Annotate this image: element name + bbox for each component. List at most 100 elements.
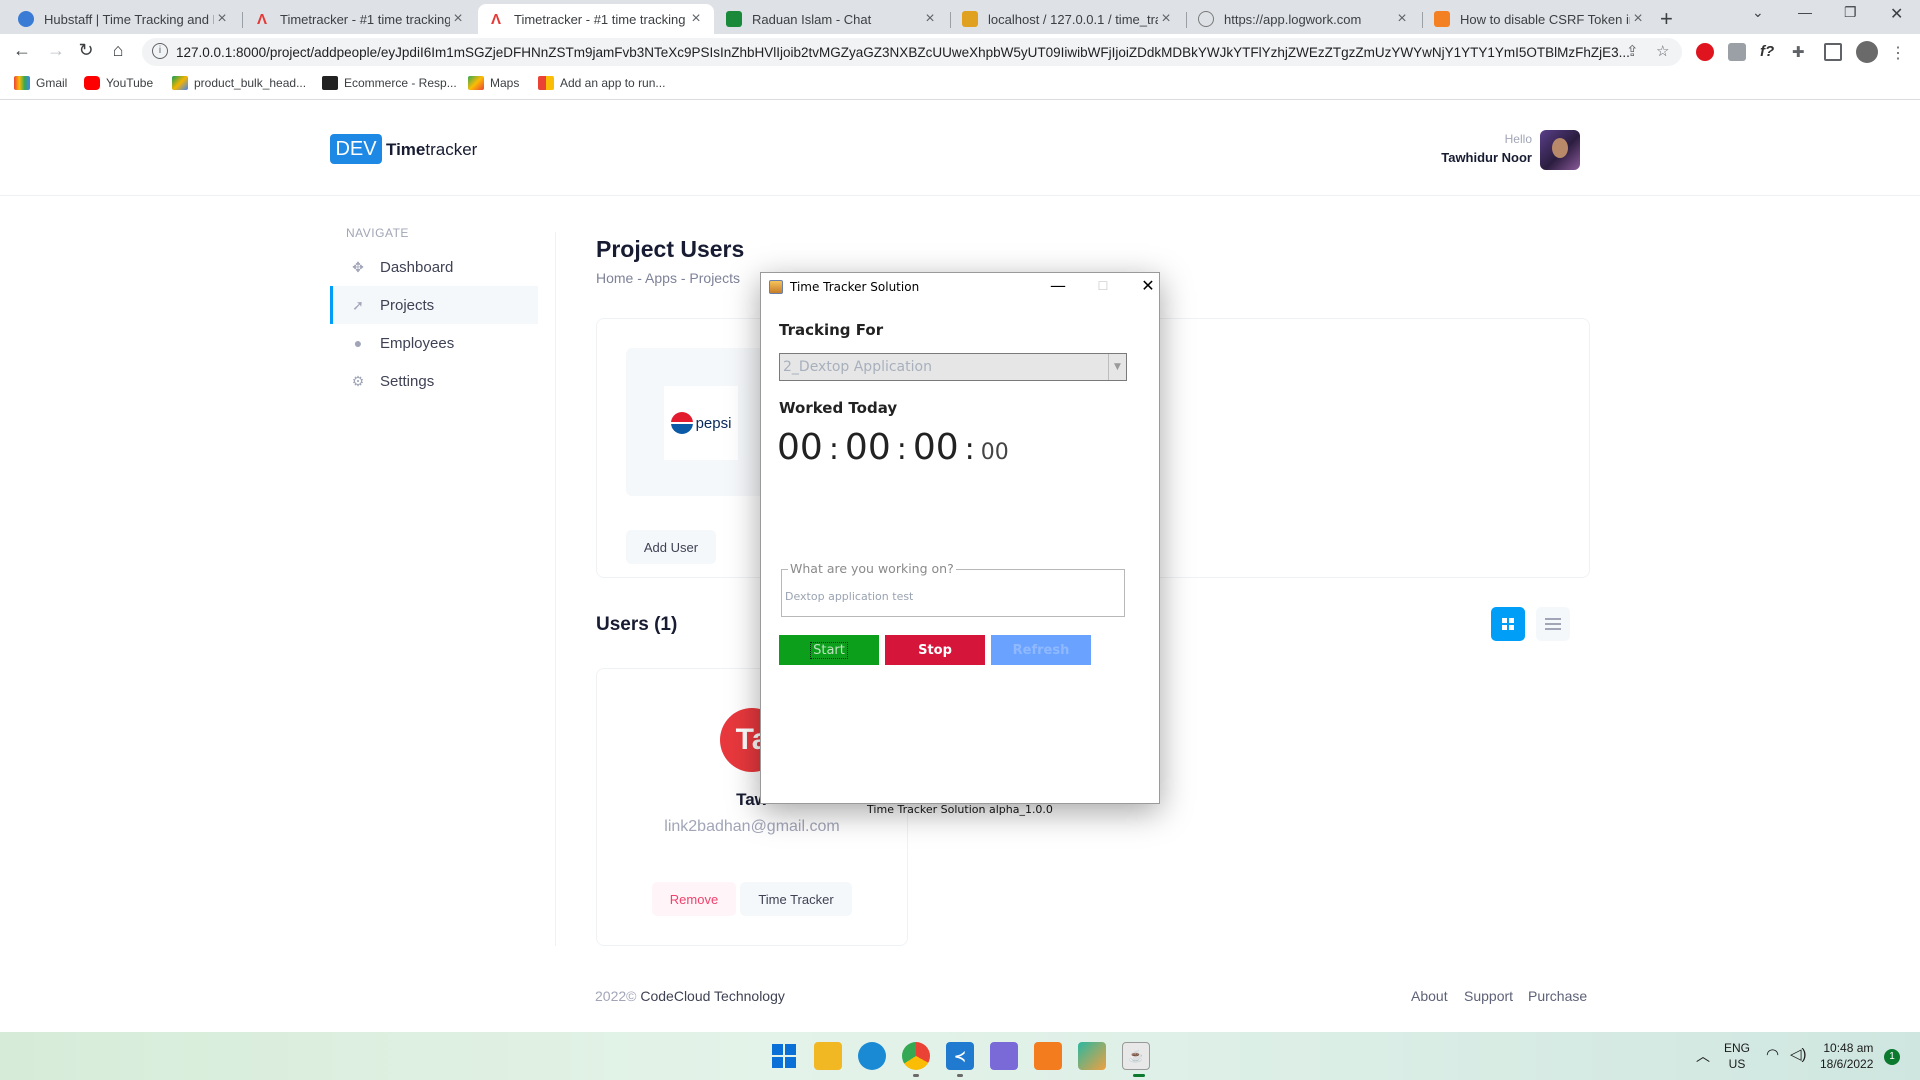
remove-user-button[interactable]: Remove [652,882,736,916]
list-icon [1545,618,1561,630]
opera-extension-icon[interactable] [1696,43,1714,61]
system-clock[interactable]: 10:48 am 18/6/2022 [1820,1040,1873,1072]
reload-icon[interactable]: ↻ [74,40,98,61]
clock-time: 10:48 am [1823,1041,1874,1055]
tab-title: Timetracker - #1 time tracking s [280,11,450,27]
xampp-icon[interactable] [1034,1042,1062,1070]
bookmark-drive[interactable]: product_bulk_head... [172,76,306,90]
site-info-icon[interactable]: i [152,43,168,59]
dialog-maximize-icon[interactable]: ☐ [1091,279,1115,293]
bookmark-ecommerce[interactable]: Ecommerce - Resp... [322,76,457,90]
breadcrumb-home[interactable]: Home [596,270,633,286]
greeting: Hello [1504,132,1532,146]
breadcrumb-apps[interactable]: Apps [645,270,677,286]
minimize-icon[interactable]: — [1798,4,1812,20]
browser-tab[interactable]: https://app.logwork.com × [1188,4,1420,34]
start-menu-icon[interactable] [770,1042,798,1070]
share-icon[interactable]: ⇪ [1626,42,1639,60]
tracking-for-label: Tracking For [779,321,884,339]
app-hexagon-icon[interactable] [990,1042,1018,1070]
user-name[interactable]: Tawhidur Noor [1441,150,1532,165]
nav-heading: NAVIGATE [346,226,409,240]
extension-icon[interactable] [1728,43,1746,61]
java-app-taskbar-icon[interactable]: ☕ [1122,1042,1150,1070]
logo-text[interactable]: Timetracker [386,140,477,160]
tray-chevron-up-icon[interactable]: ︿ [1696,1046,1710,1066]
stackoverflow-icon [1434,11,1450,27]
browser-tab[interactable]: Hubstaff | Time Tracking and Pro × [8,4,240,34]
close-window-icon[interactable]: ✕ [1890,4,1903,24]
footer-link-purchase[interactable]: Purchase [1528,988,1587,1004]
list-view-button[interactable] [1536,607,1570,641]
vscode-icon[interactable]: ≺ [946,1042,974,1070]
browser-tab[interactable]: How to disable CSRF Token in La × [1424,4,1656,34]
tab-search-icon[interactable]: ⌄ [1752,4,1764,21]
project-select[interactable]: 2_Dextop Application ▼ [779,353,1127,381]
tab-title: localhost / 127.0.0.1 / time_track [988,11,1158,27]
start-button[interactable]: Start [779,635,879,665]
close-tab-icon[interactable]: × [214,10,230,28]
sidebar-item-dashboard[interactable]: ✥ Dashboard [330,248,538,286]
close-tab-icon[interactable]: × [1630,10,1646,28]
restore-icon[interactable]: ❐ [1844,4,1857,21]
sidebar-item-projects[interactable]: ➚ Projects [330,286,538,324]
logo-badge[interactable]: DEV [330,134,382,164]
browser-tab[interactable]: Raduan Islam - Chat × [716,4,948,34]
breadcrumb-projects[interactable]: Projects [689,270,740,286]
address-bar[interactable]: i 127.0.0.1:8000/project/addpeople/eyJpd… [142,38,1682,66]
bookmark-maps[interactable]: Maps [468,76,519,90]
profile-avatar[interactable] [1856,41,1878,63]
dialog-titlebar[interactable]: Time Tracker Solution — ☐ ✕ [761,273,1159,301]
dialog-title: Time Tracker Solution [790,280,920,294]
chrome-icon[interactable] [902,1042,930,1070]
chevron-down-icon[interactable]: ▼ [1108,354,1126,380]
home-icon[interactable]: ⌂ [106,40,130,61]
browser-tab-active[interactable]: Λ Timetracker - #1 time tracking s × [478,4,714,34]
menu-icon[interactable]: ⋮ [1890,43,1908,62]
footer-company[interactable]: CodeCloud Technology [640,988,785,1004]
close-tab-icon[interactable]: × [450,10,466,28]
close-tab-icon[interactable]: × [1394,10,1410,28]
user-avatar[interactable] [1540,130,1580,170]
bookmark-label: Add an app to run... [560,76,666,90]
close-tab-icon[interactable]: × [1158,10,1174,28]
dialog-minimize-icon[interactable]: — [1046,276,1070,295]
forward-icon[interactable]: → [44,40,68,61]
sidebar-divider [555,232,556,946]
add-user-button[interactable]: Add User [626,530,716,564]
language-indicator[interactable]: ENG US [1724,1040,1750,1072]
pepsi-globe-icon [670,412,693,434]
timer-seconds: 00 [912,427,959,468]
back-icon[interactable]: ← [10,40,34,61]
formula-extension-icon[interactable]: f? [1760,43,1778,61]
close-tab-icon[interactable]: × [922,10,938,28]
edge-icon[interactable] [858,1042,886,1070]
git-tool-icon[interactable] [1078,1042,1106,1070]
browser-tab[interactable]: Λ Timetracker - #1 time tracking s × [244,4,476,34]
file-explorer-icon[interactable] [814,1042,842,1070]
footer-link-support[interactable]: Support [1464,988,1513,1004]
wifi-icon[interactable]: ◠ [1766,1045,1779,1063]
time-tracker-button[interactable]: Time Tracker [740,882,852,916]
puzzle-icon[interactable]: ✚ [1792,43,1810,61]
dialog-close-icon[interactable]: ✕ [1136,276,1160,295]
sidebar-item-label: Projects [380,296,435,314]
browser-tab[interactable]: localhost / 127.0.0.1 / time_track × [952,4,1184,34]
grid-view-button[interactable] [1491,607,1525,641]
notification-badge[interactable]: 1 [1884,1049,1900,1065]
bookmark-gmail[interactable]: Gmail [14,76,67,90]
volume-icon[interactable]: ◁) [1790,1045,1807,1063]
bookmark-apps[interactable]: Add an app to run... [538,76,665,90]
tab-separator [1186,12,1187,28]
new-tab-icon[interactable]: + [1660,6,1673,32]
footer-link-about[interactable]: About [1411,988,1448,1004]
sidebar-item-settings[interactable]: ⚙ Settings [330,362,538,400]
sidepanel-icon[interactable] [1824,43,1842,61]
bookmark-youtube[interactable]: YouTube [84,76,153,90]
stop-button[interactable]: Stop [885,635,985,665]
bookmark-star-icon[interactable]: ☆ [1656,42,1669,60]
close-tab-icon[interactable]: × [688,10,704,28]
task-input[interactable]: Dextop application test [785,590,913,603]
sidebar-item-employees[interactable]: ● Employees [330,324,538,362]
refresh-button[interactable]: Refresh [991,635,1091,665]
